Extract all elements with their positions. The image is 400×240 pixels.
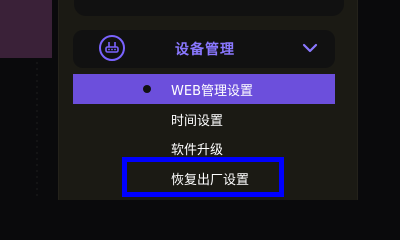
background-strip <box>0 0 52 58</box>
chevron-down-icon[interactable] <box>301 39 319 57</box>
menu-section-label: 设备管理 <box>175 42 235 58</box>
dotted-divider <box>36 60 38 200</box>
menu-item-label: 软件升级 <box>171 142 224 158</box>
menu-panel-top <box>74 0 344 16</box>
screen: 设备管理 WEB管理设置 时间设置 软件升级 恢复出厂设置 <box>0 0 400 200</box>
active-bullet-icon <box>143 85 151 93</box>
highlight-box <box>122 157 284 197</box>
menu-item-time-settings[interactable]: 时间设置 <box>73 104 335 134</box>
menu-item-label: WEB管理设置 <box>171 83 253 99</box>
router-icon <box>99 35 125 61</box>
menu-item-label: 时间设置 <box>171 113 224 129</box>
menu-item-web-management[interactable]: WEB管理设置 <box>73 74 335 104</box>
